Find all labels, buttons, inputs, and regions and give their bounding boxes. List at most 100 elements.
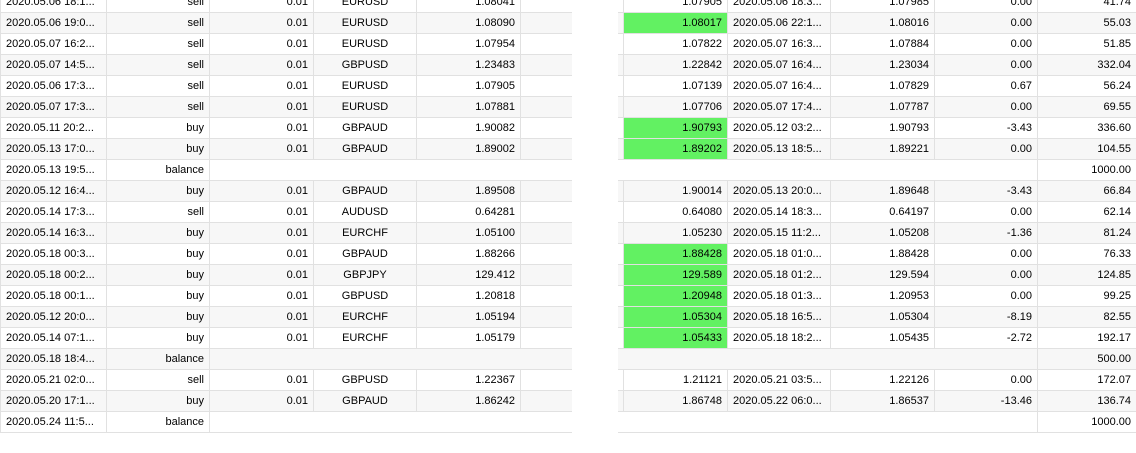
trade-row[interactable]: 2020.05.11 20:2... buy 0.01 GBPAUD 1.90082 1.…: [0, 117, 1136, 139]
close-price-cell: 1.07706: [623, 96, 728, 118]
profit-cell: 99.25: [1037, 285, 1136, 307]
swap-cell: -3.43: [934, 180, 1038, 202]
price-cell: 1.89648: [830, 180, 935, 202]
volume-cell: 0.01: [209, 33, 314, 55]
profit-cell: 1000.00: [1037, 411, 1136, 433]
swap-cell: 0.00: [934, 243, 1038, 265]
type-cell: sell: [106, 12, 210, 34]
price-cell: 1.20953: [830, 285, 935, 307]
type-cell: buy: [106, 180, 210, 202]
type-cell: buy: [106, 306, 210, 328]
close-price-cell: 1.90014: [623, 180, 728, 202]
symbol-cell: GBPUSD: [313, 369, 417, 391]
symbol-cell: EURUSD: [313, 33, 417, 55]
profit-cell: 136.74: [1037, 390, 1136, 412]
open-time-cell: 2020.05.21 02:0...: [0, 369, 107, 391]
type-cell: buy: [106, 138, 210, 160]
trade-row[interactable]: 2020.05.13 17:0... buy 0.01 GBPAUD 1.89002 1.…: [0, 138, 1136, 160]
trade-row[interactable]: 2020.05.07 14:5... sell 0.01 GBPUSD 1.23483 1…: [0, 54, 1136, 76]
trade-row[interactable]: 2020.05.18 00:2... buy 0.01 GBPJPY 129.412 12…: [0, 264, 1136, 286]
open-time-cell: 2020.05.18 00:2...: [0, 264, 107, 286]
profit-cell: 1000.00: [1037, 159, 1136, 181]
close-price-cell: 129.589: [623, 264, 728, 286]
volume-cell: 0.01: [209, 201, 314, 223]
type-cell: sell: [106, 54, 210, 76]
open-time-cell: 2020.05.07 17:3...: [0, 96, 107, 118]
trade-row[interactable]: 2020.05.12 16:4... buy 0.01 GBPAUD 1.89508 1.…: [0, 180, 1136, 202]
volume-cell: 0.01: [209, 96, 314, 118]
open-price-cell: 1.89002: [416, 138, 521, 160]
trade-row[interactable]: 2020.05.18 00:3... buy 0.01 GBPAUD 1.88266 1.…: [0, 243, 1136, 265]
symbol-cell: GBPJPY: [313, 264, 417, 286]
trade-row[interactable]: 2020.05.06 17:3... sell 0.01 EURUSD 1.07905 1…: [0, 75, 1136, 97]
close-time-cell: 2020.05.15 11:2...: [727, 222, 831, 244]
balance-row[interactable]: 2020.05.13 19:5... balance 1000.00: [0, 159, 1136, 181]
type-cell: buy: [106, 243, 210, 265]
swap-cell: 0.00: [934, 54, 1038, 76]
volume-cell: 0.01: [209, 0, 314, 13]
trade-row[interactable]: 2020.05.06 18:1... sell 0.01 EURUSD 1.08041 1…: [0, 0, 1136, 13]
open-price-cell: 129.412: [416, 264, 521, 286]
type-cell: balance: [106, 411, 210, 433]
price-cell: 1.05435: [830, 327, 935, 349]
price-cell: 1.07787: [830, 96, 935, 118]
price-cell: 1.90793: [830, 117, 935, 139]
trade-row[interactable]: 2020.05.20 17:1... buy 0.01 GBPAUD 1.86242 1.…: [0, 390, 1136, 412]
open-time-cell: 2020.05.06 18:1...: [0, 0, 107, 13]
trade-row[interactable]: 2020.05.12 20:0... buy 0.01 EURCHF 1.05194 1.…: [0, 306, 1136, 328]
balance-row[interactable]: 2020.05.18 18:4... balance 500.00: [0, 348, 1136, 370]
symbol-cell: GBPUSD: [313, 54, 417, 76]
profit-cell: 56.24: [1037, 75, 1136, 97]
open-price-cell: 1.08041: [416, 0, 521, 13]
profit-cell: 51.85: [1037, 33, 1136, 55]
close-time-cell: 2020.05.14 18:3...: [727, 201, 831, 223]
blank-cell: [209, 159, 1038, 181]
price-cell: 1.07985: [830, 0, 935, 13]
close-time-cell: 2020.05.18 18:2...: [727, 327, 831, 349]
open-price-cell: 1.23483: [416, 54, 521, 76]
open-time-cell: 2020.05.11 20:2...: [0, 117, 107, 139]
balance-row[interactable]: 2020.05.24 11:5... balance 1000.00: [0, 411, 1136, 433]
open-price-cell: 1.88266: [416, 243, 521, 265]
close-time-cell: 2020.05.06 22:1...: [727, 12, 831, 34]
open-price-cell: 1.20818: [416, 285, 521, 307]
profit-cell: 172.07: [1037, 369, 1136, 391]
trade-row[interactable]: 2020.05.18 00:1... buy 0.01 GBPUSD 1.20818 1.…: [0, 285, 1136, 307]
trade-row[interactable]: 2020.05.14 07:1... buy 0.01 EURCHF 1.05179 1.…: [0, 327, 1136, 349]
open-price-cell: 1.07881: [416, 96, 521, 118]
close-time-cell: 2020.05.12 03:2...: [727, 117, 831, 139]
trade-row[interactable]: 2020.05.06 19:0... sell 0.01 EURUSD 1.08090 1…: [0, 12, 1136, 34]
volume-cell: 0.01: [209, 390, 314, 412]
price-cell: 1.89221: [830, 138, 935, 160]
close-time-cell: 2020.05.13 18:5...: [727, 138, 831, 160]
close-time-cell: 2020.05.18 16:5...: [727, 306, 831, 328]
open-price-cell: 1.89508: [416, 180, 521, 202]
close-price-cell: 1.08017: [623, 12, 728, 34]
price-cell: 0.64197: [830, 201, 935, 223]
trade-row[interactable]: 2020.05.21 02:0... sell 0.01 GBPUSD 1.22367 1…: [0, 369, 1136, 391]
swap-cell: -13.46: [934, 390, 1038, 412]
profit-cell: 66.84: [1037, 180, 1136, 202]
volume-cell: 0.01: [209, 285, 314, 307]
trade-row[interactable]: 2020.05.07 16:2... sell 0.01 EURUSD 1.07954 1…: [0, 33, 1136, 55]
type-cell: buy: [106, 117, 210, 139]
close-time-cell: 2020.05.18 01:0...: [727, 243, 831, 265]
close-time-cell: 2020.05.07 16:4...: [727, 75, 831, 97]
volume-cell: 0.01: [209, 306, 314, 328]
symbol-cell: GBPUSD: [313, 285, 417, 307]
price-cell: 1.22126: [830, 369, 935, 391]
open-time-cell: 2020.05.06 17:3...: [0, 75, 107, 97]
open-time-cell: 2020.05.13 17:0...: [0, 138, 107, 160]
trade-row[interactable]: 2020.05.14 17:3... sell 0.01 AUDUSD 0.64281 0…: [0, 201, 1136, 223]
swap-cell: 0.00: [934, 33, 1038, 55]
trade-row[interactable]: 2020.05.07 17:3... sell 0.01 EURUSD 1.07881 1…: [0, 96, 1136, 118]
profit-cell: 76.33: [1037, 243, 1136, 265]
close-price-cell: 1.07905: [623, 0, 728, 13]
price-cell: 1.07829: [830, 75, 935, 97]
trade-row[interactable]: 2020.05.14 16:3... buy 0.01 EURCHF 1.05100 1.…: [0, 222, 1136, 244]
open-price-cell: 0.64281: [416, 201, 521, 223]
open-time-cell: 2020.05.14 07:1...: [0, 327, 107, 349]
price-cell: 1.08016: [830, 12, 935, 34]
price-cell: 1.86537: [830, 390, 935, 412]
open-time-cell: 2020.05.24 11:5...: [0, 411, 107, 433]
